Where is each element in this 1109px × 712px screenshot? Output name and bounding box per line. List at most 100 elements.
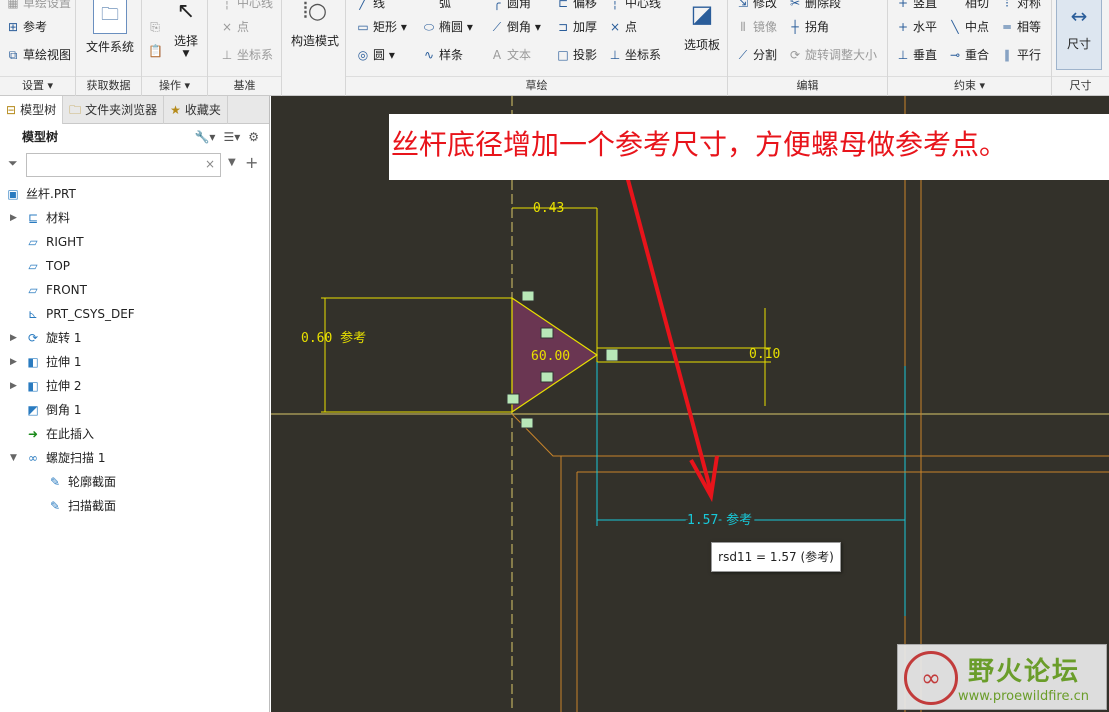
sketch-centerline-button[interactable]: ┆ 中心线 bbox=[608, 0, 661, 11]
ribbon-group-construction: ⦙○ 构造模式 bbox=[282, 0, 346, 96]
sketch-setup-button[interactable]: ▦ 草绘设置 bbox=[6, 0, 71, 11]
group-label-edit: 编辑 bbox=[728, 76, 887, 94]
tree-settings-icon[interactable]: 🔧▾ bbox=[194, 124, 215, 150]
perpendicular-button[interactable]: ⊥ 垂直 bbox=[896, 46, 937, 63]
horizontal-button[interactable]: + 水平 bbox=[896, 18, 937, 35]
file-system-button[interactable]: 🗀 文件系统 bbox=[84, 0, 136, 55]
modify-icon: ⇲ bbox=[737, 0, 749, 10]
rectangle-button[interactable]: ▭ 矩形 ▾ bbox=[356, 18, 407, 35]
chevron-down-icon[interactable]: ▼ bbox=[228, 157, 236, 168]
equal-constraint-marker[interactable] bbox=[540, 327, 554, 339]
dimension-icon: ↔ bbox=[1070, 4, 1088, 28]
tree-item[interactable]: ✎ 轮廓截面 bbox=[0, 470, 269, 494]
tree-item[interactable]: ▣ 丝杆.PRT bbox=[0, 182, 269, 206]
fillet-button[interactable]: ╭ 圆角 bbox=[490, 0, 531, 11]
constraint-marker[interactable] bbox=[520, 417, 534, 429]
tree-item[interactable]: ▱ FRONT bbox=[0, 278, 269, 302]
offset-button[interactable]: ⊏ 偏移 bbox=[556, 0, 597, 11]
collapse-icon[interactable]: ▼ bbox=[10, 446, 20, 470]
select-button[interactable]: ↖ 选择 ▼ bbox=[168, 0, 204, 59]
constraint-marker[interactable] bbox=[521, 290, 535, 302]
clear-icon[interactable]: × bbox=[205, 157, 215, 171]
expand-icon[interactable]: ▶ bbox=[10, 350, 20, 374]
construction-mode-button[interactable]: ⦙○ 构造模式 bbox=[288, 0, 342, 49]
dim-157-text[interactable]: 1.57 参考 bbox=[684, 509, 755, 531]
midpoint-button[interactable]: ╲ 中点 bbox=[948, 18, 989, 35]
datum-point-button[interactable]: × 点 bbox=[220, 18, 249, 35]
parallel-button[interactable]: ∥ 平行 bbox=[1000, 46, 1041, 63]
tree-item[interactable]: ◩ 倒角 1 bbox=[0, 398, 269, 422]
sketch-drawing[interactable]: 0.43 0.60 参考 60.00 0.10 1.57 参考 bbox=[271, 96, 1109, 712]
references-button[interactable]: ⊞ 参考 bbox=[6, 18, 47, 35]
equal-button[interactable]: ═ 相等 bbox=[1000, 18, 1041, 35]
tab-folder-browser[interactable]: 🗀 文件夹浏览器 bbox=[63, 96, 165, 124]
horizontal-icon: + bbox=[897, 19, 909, 34]
tab-favorites[interactable]: ★ 收藏夹 bbox=[164, 96, 228, 124]
arc-button[interactable]: ⌒ 弧 bbox=[422, 0, 451, 11]
dim-043-text[interactable]: 0.43 bbox=[533, 201, 564, 216]
tree-item[interactable]: ▶ ◧ 拉伸 2 bbox=[0, 374, 269, 398]
tree-item[interactable]: ✎ 扫描截面 bbox=[0, 494, 269, 518]
dim-010-text[interactable]: 0.10 bbox=[749, 347, 780, 362]
tree-item[interactable]: ▶ ◧ 拉伸 1 bbox=[0, 350, 269, 374]
tree-item[interactable]: ▱ RIGHT bbox=[0, 230, 269, 254]
group-label-datum: 基准 bbox=[208, 76, 281, 94]
constraint-marker[interactable] bbox=[506, 393, 520, 405]
tab-model-tree[interactable]: ⊟ 模型树 bbox=[0, 96, 64, 124]
sketch-csys-button[interactable]: ⊥ 坐标系 bbox=[608, 46, 661, 63]
datum-plane-icon: ▱ bbox=[28, 283, 38, 297]
cursor-icon: ↖ bbox=[176, 0, 196, 24]
circle-button[interactable]: ◎ 圆 ▾ bbox=[356, 46, 395, 63]
corner-button[interactable]: ┼ 拐角 bbox=[788, 18, 829, 35]
datum-csys-button[interactable]: ⊥ 坐标系 bbox=[220, 46, 273, 63]
tree-item[interactable]: ▼ ∞ 螺旋扫描 1 bbox=[0, 446, 269, 470]
dim-angle-text[interactable]: 60.00 bbox=[531, 349, 570, 364]
point-icon: × bbox=[221, 19, 233, 34]
vertical-top-button[interactable]: + 竖直 bbox=[896, 0, 937, 11]
add-icon[interactable]: + bbox=[245, 153, 258, 172]
expand-icon[interactable]: ▶ bbox=[10, 326, 20, 350]
dim-060-text[interactable]: 0.60 参考 bbox=[301, 330, 366, 346]
favorites-icon: ★ bbox=[170, 103, 181, 117]
funnel-icon[interactable]: ⏷ bbox=[8, 156, 18, 171]
ellipse-button[interactable]: ⬭ 椭圆 ▾ bbox=[422, 18, 473, 35]
dimension-button[interactable]: ↔ 尺寸 bbox=[1056, 0, 1102, 70]
graphics-area[interactable]: 0.43 0.60 参考 60.00 0.10 1.57 参考 丝杆底径增加一个… bbox=[271, 96, 1109, 712]
tree-item[interactable]: ⊾ PRT_CSYS_DEF bbox=[0, 302, 269, 326]
sketch-view-button[interactable]: ⧉ 草绘视图 bbox=[6, 46, 71, 63]
palette-button[interactable]: ◪ 选项板 bbox=[680, 0, 724, 53]
show-menu-icon[interactable]: ☰▾ bbox=[223, 124, 240, 150]
folder-icon: 🗀 bbox=[69, 103, 82, 117]
dimension-tooltip: rsd11 = 1.57 (参考) bbox=[711, 542, 841, 572]
parallel-constraint-marker[interactable] bbox=[605, 348, 619, 362]
group-label-constrain[interactable]: 约束 ▾ bbox=[888, 76, 1051, 94]
text-button[interactable]: A 文本 bbox=[490, 46, 531, 63]
sketch-point-button[interactable]: × 点 bbox=[608, 18, 637, 35]
spline-button[interactable]: ∿ 样条 bbox=[422, 46, 463, 63]
tree-item[interactable]: ▶ ⊑ 材料 bbox=[0, 206, 269, 230]
divide-button[interactable]: ⟋ 分割 bbox=[736, 46, 777, 63]
tangent-button[interactable]: ⌒ 相切 bbox=[948, 0, 989, 11]
spline-icon: ∿ bbox=[423, 47, 435, 62]
modify-button[interactable]: ⇲ 修改 bbox=[736, 0, 777, 11]
expand-icon[interactable]: ▶ bbox=[10, 374, 20, 398]
expand-icon[interactable]: ▶ bbox=[10, 206, 20, 230]
rotate-resize-button[interactable]: ⟳ 旋转调整大小 bbox=[788, 46, 877, 63]
symmetric-button[interactable]: ⁝ 对称 bbox=[1000, 0, 1041, 11]
tree-search-input[interactable] bbox=[26, 153, 221, 177]
line-button[interactable]: ╱ 线 bbox=[356, 0, 385, 11]
project-button[interactable]: □ 投影 bbox=[556, 46, 597, 63]
equal-constraint-marker[interactable] bbox=[540, 371, 554, 383]
chamfer-button[interactable]: ⟋ 倒角 ▾ bbox=[490, 18, 541, 35]
thicken-button[interactable]: ⊐ 加厚 bbox=[556, 18, 597, 35]
tree-filter-settings-icon[interactable]: ⚙ bbox=[248, 124, 259, 150]
delete-segment-button[interactable]: ✂ 删除段 bbox=[788, 0, 841, 11]
group-label-setup[interactable]: 设置 ▾ bbox=[0, 76, 75, 94]
tree-item[interactable]: ▶ ⟳ 旋转 1 bbox=[0, 326, 269, 350]
tree-item[interactable]: ▱ TOP bbox=[0, 254, 269, 278]
coincident-button[interactable]: ⊸ 重合 bbox=[948, 46, 989, 63]
datum-centerline-button[interactable]: ┆ 中心线 bbox=[220, 0, 273, 11]
mirror-button[interactable]: ⫴ 镜像 bbox=[736, 18, 777, 35]
group-label-operations[interactable]: 操作 ▾ bbox=[142, 76, 207, 94]
tree-item[interactable]: ➜ 在此插入 bbox=[0, 422, 269, 446]
